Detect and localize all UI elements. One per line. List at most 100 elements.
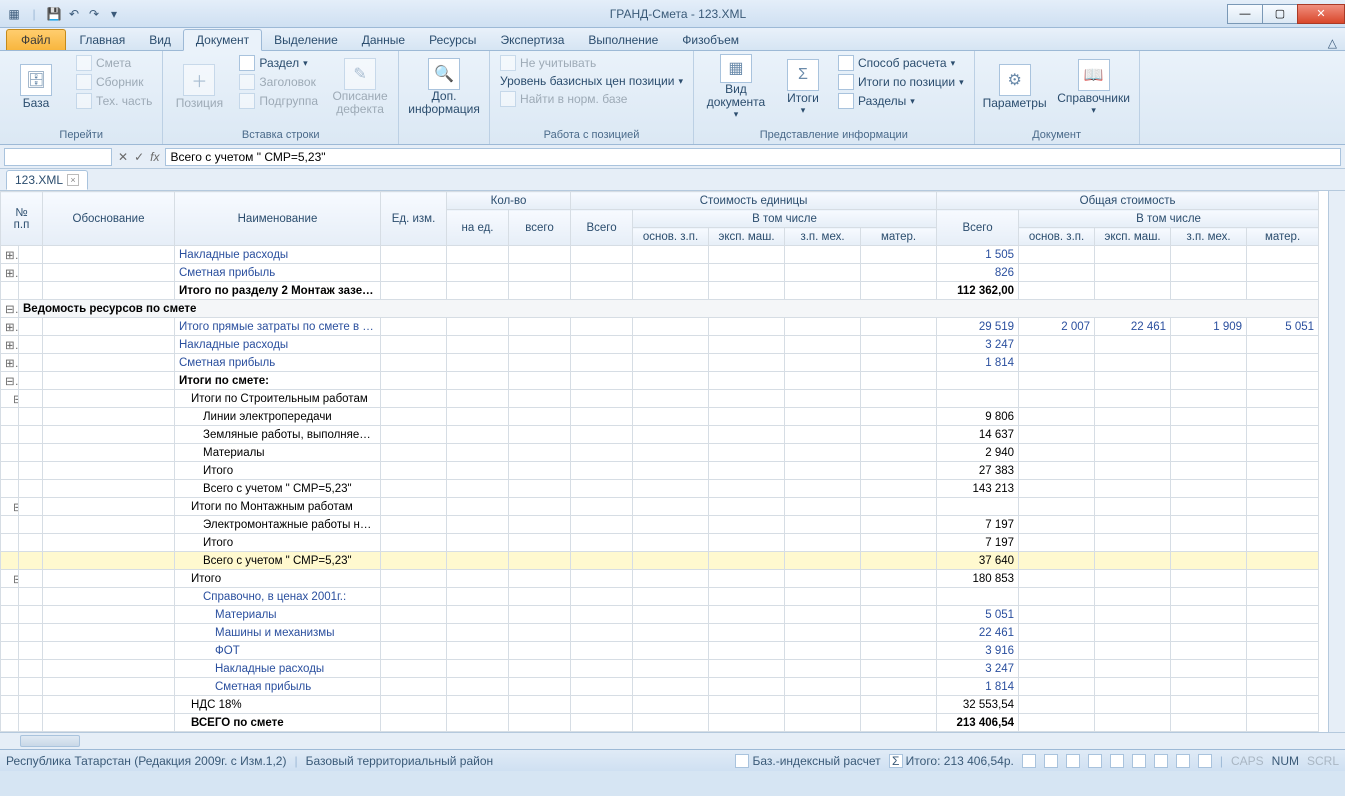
col-t-mex[interactable]: з.п. мех. bbox=[1171, 228, 1247, 246]
table-row[interactable]: Сметная прибыль1 814 bbox=[1, 678, 1319, 696]
expand-toggle[interactable]: ⊟ bbox=[1, 300, 19, 318]
expand-toggle[interactable]: ⊞ bbox=[1, 354, 19, 372]
table-row[interactable]: ⊟Итоги по смете: bbox=[1, 372, 1319, 390]
col-u-mash[interactable]: эксп. маш. bbox=[709, 228, 785, 246]
expand-toggle[interactable]: ⊟ bbox=[1, 372, 19, 390]
table-row[interactable]: НДС 18%32 553,54 bbox=[1, 696, 1319, 714]
expand-toggle[interactable] bbox=[1, 696, 19, 714]
tab-resources[interactable]: Ресурсы bbox=[417, 30, 488, 50]
expand-toggle[interactable]: ⊟ bbox=[1, 570, 19, 588]
table-row[interactable]: ⊟Итоги по Строительным работам bbox=[1, 390, 1319, 408]
table-row[interactable]: Всего с учетом " СМР=5,23"143 213 bbox=[1, 480, 1319, 498]
sb-icon-5[interactable] bbox=[1110, 754, 1124, 768]
table-row[interactable]: Машины и механизмы22 461 bbox=[1, 624, 1319, 642]
doc-view-button[interactable]: ▦Вид документа bbox=[700, 54, 772, 120]
defect-button[interactable]: ✎Описание дефекта bbox=[328, 54, 392, 120]
tab-data[interactable]: Данные bbox=[350, 30, 417, 50]
table-row[interactable]: ВСЕГО по смете213 406,54 bbox=[1, 714, 1319, 732]
expand-toggle[interactable]: ⊟ bbox=[1, 498, 19, 516]
sb-icon-7[interactable] bbox=[1154, 754, 1168, 768]
table-row[interactable]: Всего с учетом " СМР=5,23"37 640 bbox=[1, 552, 1319, 570]
table-row[interactable]: ⊟Ведомость ресурсов по смете bbox=[1, 300, 1319, 318]
col-name[interactable]: Наименование bbox=[175, 192, 381, 246]
col-t-mash[interactable]: эксп. маш. bbox=[1095, 228, 1171, 246]
params-button[interactable]: ⚙Параметры bbox=[981, 54, 1049, 120]
fx-icon[interactable]: fx bbox=[150, 150, 159, 164]
col-justification[interactable]: Обоснование bbox=[43, 192, 175, 246]
expand-toggle[interactable] bbox=[1, 642, 19, 660]
tab-selection[interactable]: Выделение bbox=[262, 30, 350, 50]
pos-totals-button[interactable]: Итоги по позиции bbox=[834, 73, 968, 91]
expand-toggle[interactable]: ⊞ bbox=[1, 444, 19, 462]
sb-icon-6[interactable] bbox=[1132, 754, 1146, 768]
col-unit[interactable]: Ед. изм. bbox=[381, 192, 447, 246]
scroll-thumb[interactable] bbox=[20, 735, 80, 747]
expand-toggle[interactable] bbox=[1, 282, 19, 300]
expand-toggle[interactable]: ⊞ bbox=[1, 516, 19, 534]
status-calc-mode[interactable]: Баз.-индексный расчет bbox=[735, 754, 880, 768]
expand-toggle[interactable] bbox=[1, 606, 19, 624]
refs-button[interactable]: 📖Справочники bbox=[1055, 54, 1133, 120]
vertical-scrollbar[interactable] bbox=[1328, 191, 1345, 732]
expand-toggle[interactable] bbox=[1, 714, 19, 732]
col-unit-breakdown[interactable]: В том числе bbox=[633, 210, 937, 228]
save-icon[interactable]: 💾 bbox=[46, 6, 62, 22]
col-qty-unit[interactable]: на ед. bbox=[447, 210, 509, 246]
baza-button[interactable]: 🗄База bbox=[6, 54, 66, 120]
expand-toggle[interactable] bbox=[1, 552, 19, 570]
table-row[interactable]: ⊞Земляные работы, выполняемые по другим … bbox=[1, 426, 1319, 444]
table-row[interactable]: Материалы5 051 bbox=[1, 606, 1319, 624]
table-row[interactable]: ⊞Материалы2 940 bbox=[1, 444, 1319, 462]
col-grand-total[interactable]: Всего bbox=[937, 210, 1019, 246]
name-box[interactable] bbox=[4, 148, 112, 166]
col-totalcost-group[interactable]: Общая стоимость bbox=[937, 192, 1319, 210]
expand-toggle[interactable] bbox=[1, 462, 19, 480]
table-row[interactable]: ⊞Электромонтажные работы на других объек… bbox=[1, 516, 1319, 534]
expand-toggle[interactable] bbox=[1, 678, 19, 696]
sb-icon-9[interactable] bbox=[1198, 754, 1212, 768]
tab-expertise[interactable]: Экспертиза bbox=[488, 30, 576, 50]
tab-main[interactable]: Главная bbox=[68, 30, 138, 50]
sb-icon-3[interactable] bbox=[1066, 754, 1080, 768]
data-grid[interactable]: № п.п Обоснование Наименование Ед. изм. … bbox=[0, 191, 1319, 732]
table-row[interactable]: ⊞Итого прямые затраты по смете в ценах 2… bbox=[1, 318, 1319, 336]
formula-input[interactable]: Всего с учетом " СМР=5,23" bbox=[165, 148, 1341, 166]
table-row[interactable]: Справочно, в ценах 2001г.: bbox=[1, 588, 1319, 606]
file-tab[interactable]: Файл bbox=[6, 29, 66, 50]
close-button[interactable]: ✕ bbox=[1297, 4, 1345, 24]
maximize-button[interactable]: ▢ bbox=[1262, 4, 1298, 24]
tab-view[interactable]: Вид bbox=[137, 30, 183, 50]
razdel-button[interactable]: Раздел bbox=[235, 54, 322, 72]
find-norm-button[interactable]: Найти в норм. базе bbox=[496, 90, 687, 108]
tab-document[interactable]: Документ bbox=[183, 29, 262, 51]
tab-execution[interactable]: Выполнение bbox=[576, 30, 670, 50]
ignore-button[interactable]: Не учитывать bbox=[496, 54, 687, 72]
position-button[interactable]: ＋Позиция bbox=[169, 54, 229, 120]
undo-icon[interactable]: ↶ bbox=[66, 6, 82, 22]
expand-toggle[interactable]: ⊞ bbox=[1, 426, 19, 444]
redo-icon[interactable]: ↷ bbox=[86, 6, 102, 22]
table-row[interactable]: Итого по разделу 2 Монтаж заземления112 … bbox=[1, 282, 1319, 300]
table-row[interactable]: ⊞Сметная прибыль826 bbox=[1, 264, 1319, 282]
expand-toggle[interactable]: ⊞ bbox=[1, 246, 19, 264]
expand-toggle[interactable]: ⊞ bbox=[1, 408, 19, 426]
ribbon-collapse-icon[interactable]: △ bbox=[1328, 36, 1337, 50]
itogi-button[interactable]: ΣИтоги bbox=[778, 54, 828, 120]
col-unit-total[interactable]: Всего bbox=[571, 210, 633, 246]
tab-physvolume[interactable]: Физобъем bbox=[670, 30, 751, 50]
sb-icon-1[interactable] bbox=[1022, 754, 1036, 768]
expand-toggle[interactable] bbox=[1, 624, 19, 642]
table-row[interactable]: ⊞Линии электропередачи9 806 bbox=[1, 408, 1319, 426]
table-row[interactable]: ⊞Накладные расходы3 247 bbox=[1, 336, 1319, 354]
close-doc-icon[interactable]: × bbox=[67, 174, 79, 186]
smeta-button[interactable]: Смета bbox=[72, 54, 156, 72]
header-button[interactable]: Заголовок bbox=[235, 73, 322, 91]
calc-method-button[interactable]: Способ расчета bbox=[834, 54, 968, 72]
subgroup-button[interactable]: Подгруппа bbox=[235, 92, 322, 110]
formula-accept-icon[interactable]: ✓ bbox=[134, 150, 144, 164]
sections-button[interactable]: Разделы bbox=[834, 92, 968, 110]
app-icon[interactable]: ▦ bbox=[6, 6, 22, 22]
table-row[interactable]: Итого27 383 bbox=[1, 462, 1319, 480]
tech-button[interactable]: Тех. часть bbox=[72, 92, 156, 110]
col-unitcost-group[interactable]: Стоимость единицы bbox=[571, 192, 937, 210]
